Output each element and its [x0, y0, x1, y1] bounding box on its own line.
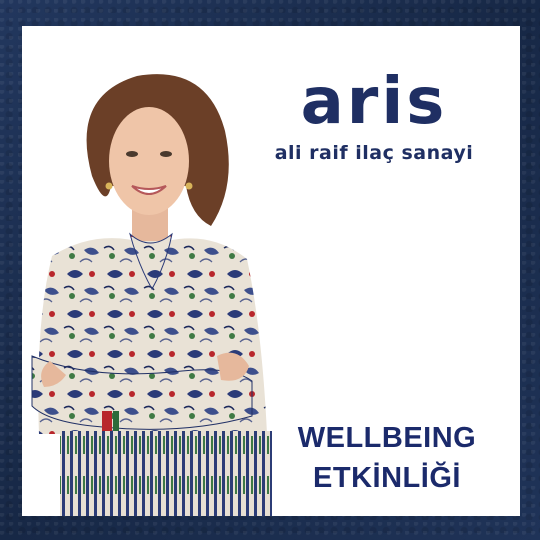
- poster-card: aris ali raif ilaç sanayi WELLBEING ETKİ…: [22, 26, 520, 516]
- headline-line-1: WELLBEING: [297, 422, 477, 454]
- woman-portrait-photo: [31, 74, 272, 516]
- headline-line-2: ETKİNLİĞİ: [313, 462, 461, 494]
- brand-logo: aris: [300, 65, 448, 139]
- event-headline: WELLBEING ETKİNLİĞİ: [268, 418, 506, 498]
- brand-subtitle: ali raif ilaç sanayi: [274, 142, 474, 164]
